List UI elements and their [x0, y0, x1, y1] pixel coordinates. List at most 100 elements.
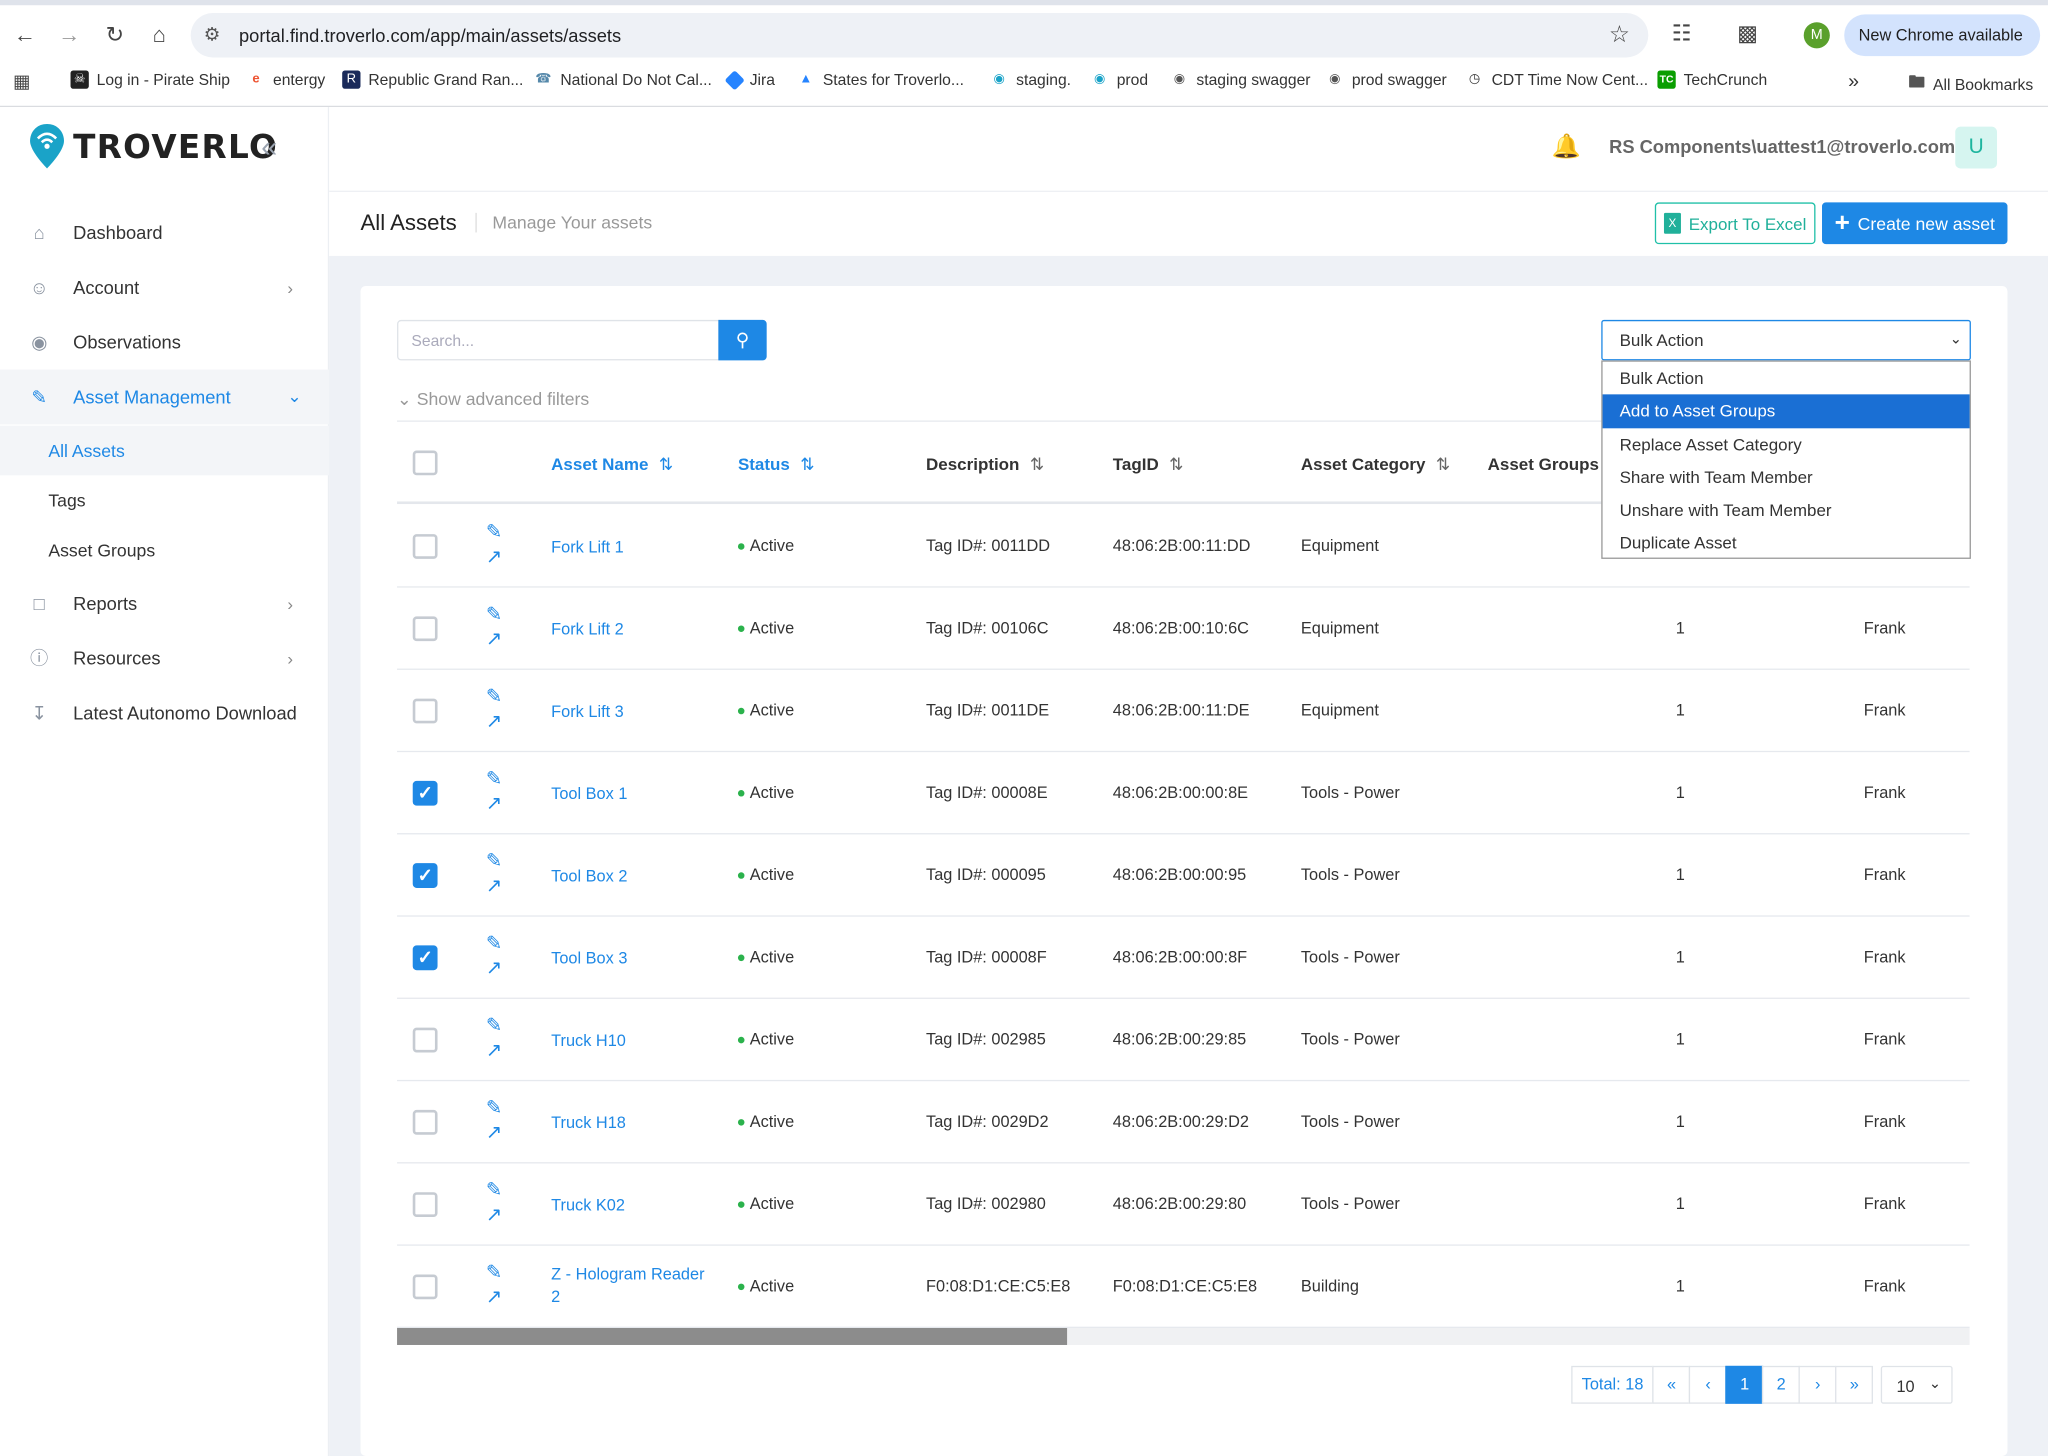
- back-icon[interactable]: ←: [10, 21, 39, 50]
- bulk-option-bulk-action[interactable]: Bulk Action: [1603, 362, 1970, 395]
- open-external-icon[interactable]: ↗: [486, 546, 502, 570]
- pencil-icon[interactable]: ✎: [486, 603, 502, 627]
- more-bookmarks-icon[interactable]: »: [1848, 71, 1859, 93]
- bookmark-1[interactable]: e entergy: [246, 70, 325, 89]
- bookmark-8[interactable]: ◉ staging swagger: [1170, 70, 1311, 89]
- bookmark-0[interactable]: ☠ Log in - Pirate Ship: [70, 70, 230, 89]
- bookmark-11[interactable]: TC TechCrunch: [1657, 70, 1767, 89]
- bulk-option-unshare-with-team-member[interactable]: Unshare with Team Member: [1603, 494, 1970, 527]
- user-account-label[interactable]: RS Components\uattest1@troverlo.com: [1609, 136, 1955, 157]
- row-checkbox[interactable]: [412, 616, 438, 642]
- asset-name-link[interactable]: Fork Lift 1: [551, 537, 714, 559]
- reload-icon[interactable]: ↻: [101, 21, 130, 50]
- advanced-filters-toggle[interactable]: ⌄ Show advanced filters: [397, 389, 589, 410]
- sidebar-item-account[interactable]: ☺ Account ›: [0, 260, 329, 315]
- open-external-icon[interactable]: ↗: [486, 957, 502, 981]
- bulk-option-share-with-team-member[interactable]: Share with Team Member: [1603, 461, 1970, 494]
- column-description[interactable]: Description ⇅: [926, 454, 1044, 475]
- table-row[interactable]: ✎ ↗ Truck H10 Active Tag ID#: 002985 48:06:2B…: [397, 999, 1970, 1082]
- bulk-option-replace-asset-category[interactable]: Replace Asset Category: [1603, 428, 1970, 461]
- asset-name-link[interactable]: Z - Hologram Reader 2: [551, 1264, 714, 1308]
- row-checkbox[interactable]: ✓: [412, 780, 438, 806]
- site-info-icon[interactable]: ⚙: [204, 24, 220, 46]
- search-input[interactable]: [397, 319, 720, 361]
- bookmark-9[interactable]: ◉ prod swagger: [1325, 70, 1447, 89]
- next-page-icon[interactable]: ›: [1798, 1365, 1837, 1404]
- column-tagid[interactable]: TagID ⇅: [1113, 454, 1184, 475]
- pencil-icon[interactable]: ✎: [486, 1179, 502, 1203]
- pencil-icon[interactable]: ✎: [486, 1261, 502, 1285]
- sort-icon[interactable]: ⇅: [1169, 454, 1183, 474]
- page-size-select[interactable]: 10 ⌄: [1880, 1365, 1953, 1404]
- horizontal-scrollbar[interactable]: [397, 1327, 1970, 1345]
- row-checkbox[interactable]: [412, 534, 438, 559]
- profile-avatar[interactable]: M: [1803, 22, 1830, 49]
- sidebar-subitem-all-assets[interactable]: All Assets: [0, 425, 330, 476]
- asset-name-link[interactable]: Tool Box 1: [551, 783, 714, 805]
- asset-name-link[interactable]: Truck K02: [551, 1195, 714, 1217]
- page-1-button[interactable]: 1: [1725, 1365, 1764, 1404]
- bookmark-7[interactable]: ◉ prod: [1090, 70, 1148, 89]
- asset-name-link[interactable]: Tool Box 3: [551, 948, 714, 970]
- pencil-icon[interactable]: ✎: [486, 521, 502, 545]
- home-icon[interactable]: ⌂: [145, 21, 174, 50]
- sidebar-subitem-asset-groups[interactable]: Asset Groups: [0, 525, 329, 575]
- sort-asc-icon[interactable]: ⇅: [800, 454, 814, 474]
- pencil-icon[interactable]: ✎: [486, 1097, 502, 1121]
- bookmark-6[interactable]: ◉ staging.: [990, 70, 1071, 89]
- row-checkbox[interactable]: [412, 1192, 438, 1218]
- sort-icon[interactable]: ⇅: [1436, 454, 1450, 474]
- sort-icon[interactable]: ⇅: [1030, 454, 1044, 474]
- create-asset-button[interactable]: + Create new asset: [1822, 202, 2008, 245]
- cast-icon[interactable]: ▩: [1737, 21, 1758, 47]
- bell-icon[interactable]: 🔔: [1552, 133, 1581, 160]
- bookmark-star-icon[interactable]: ☆: [1609, 21, 1630, 48]
- bulk-option-add-to-asset-groups[interactable]: Add to Asset Groups: [1602, 394, 1970, 428]
- pencil-icon[interactable]: ✎: [486, 850, 502, 874]
- bookmark-4[interactable]: Jira: [724, 69, 775, 90]
- export-excel-button[interactable]: X Export To Excel: [1654, 202, 1816, 245]
- sidebar-item-observations[interactable]: ◉ Observations: [0, 315, 329, 370]
- row-checkbox[interactable]: [412, 1274, 438, 1300]
- pencil-icon[interactable]: ✎: [486, 1015, 502, 1039]
- open-external-icon[interactable]: ↗: [486, 793, 502, 817]
- pencil-icon[interactable]: ✎: [486, 768, 502, 792]
- asset-name-link[interactable]: Truck H10: [551, 1030, 714, 1052]
- apps-icon[interactable]: ▦: [13, 71, 30, 93]
- address-bar[interactable]: ⚙ portal.find.troverlo.com/app/main/asse…: [190, 13, 1649, 58]
- sidebar-item-asset-management[interactable]: ✎ Asset Management ⌄: [0, 369, 330, 425]
- row-checkbox[interactable]: [412, 1027, 438, 1053]
- table-row[interactable]: ✎ ↗ Truck H18 Active Tag ID#: 0029D2 48:06:2B…: [397, 1081, 1970, 1164]
- pencil-icon[interactable]: ✎: [486, 686, 502, 710]
- forward-icon[interactable]: →: [55, 21, 84, 50]
- table-row[interactable]: ✎ ↗ Truck K02 Active Tag ID#: 002980 48:06:2B…: [397, 1163, 1970, 1246]
- bulk-action-select[interactable]: Bulk Action ⌄: [1601, 319, 1971, 361]
- sidebar-item-reports[interactable]: □ Reports ›: [0, 576, 329, 631]
- table-row[interactable]: ✎ ↗ Fork Lift 3 Active Tag ID#: 0011DE 48:06:…: [397, 670, 1970, 753]
- sidebar-subitem-tags[interactable]: Tags: [0, 475, 329, 525]
- asset-name-link[interactable]: Fork Lift 3: [551, 701, 714, 723]
- scrollbar-thumb[interactable]: [397, 1327, 1068, 1345]
- open-external-icon[interactable]: ↗: [486, 1122, 502, 1146]
- asset-name-link[interactable]: Fork Lift 2: [551, 619, 714, 641]
- open-external-icon[interactable]: ↗: [486, 875, 502, 899]
- bookmark-3[interactable]: ☎ National Do Not Cal...: [534, 70, 712, 89]
- column-status[interactable]: Status ⇅: [738, 454, 815, 475]
- page-2-button[interactable]: 2: [1762, 1365, 1801, 1404]
- column-asset-name[interactable]: Asset Name ⇅: [551, 454, 673, 475]
- row-checkbox[interactable]: [412, 1109, 438, 1135]
- search-button[interactable]: ⚲: [718, 319, 767, 361]
- asset-name-link[interactable]: Tool Box 2: [551, 866, 714, 888]
- sidebar-item-dashboard[interactable]: ⌂ Dashboard: [0, 205, 329, 260]
- bookmark-2[interactable]: R Republic Grand Ran...: [342, 70, 523, 89]
- pencil-icon[interactable]: ✎: [486, 932, 502, 956]
- open-external-icon[interactable]: ↗: [486, 1286, 502, 1310]
- row-checkbox[interactable]: ✓: [412, 863, 438, 888]
- open-external-icon[interactable]: ↗: [486, 628, 502, 652]
- prev-page-icon[interactable]: ‹: [1689, 1365, 1728, 1404]
- sidebar-item-resources[interactable]: ⓘ Resources ›: [0, 631, 329, 686]
- brand-logo[interactable]: TROVERLO: [29, 123, 278, 170]
- all-bookmarks[interactable]: 🖿 All Bookmarks: [1908, 71, 2033, 100]
- asset-name-link[interactable]: Truck H18: [551, 1113, 714, 1135]
- bookmark-10[interactable]: ◷ CDT Time Now Cent...: [1465, 70, 1648, 89]
